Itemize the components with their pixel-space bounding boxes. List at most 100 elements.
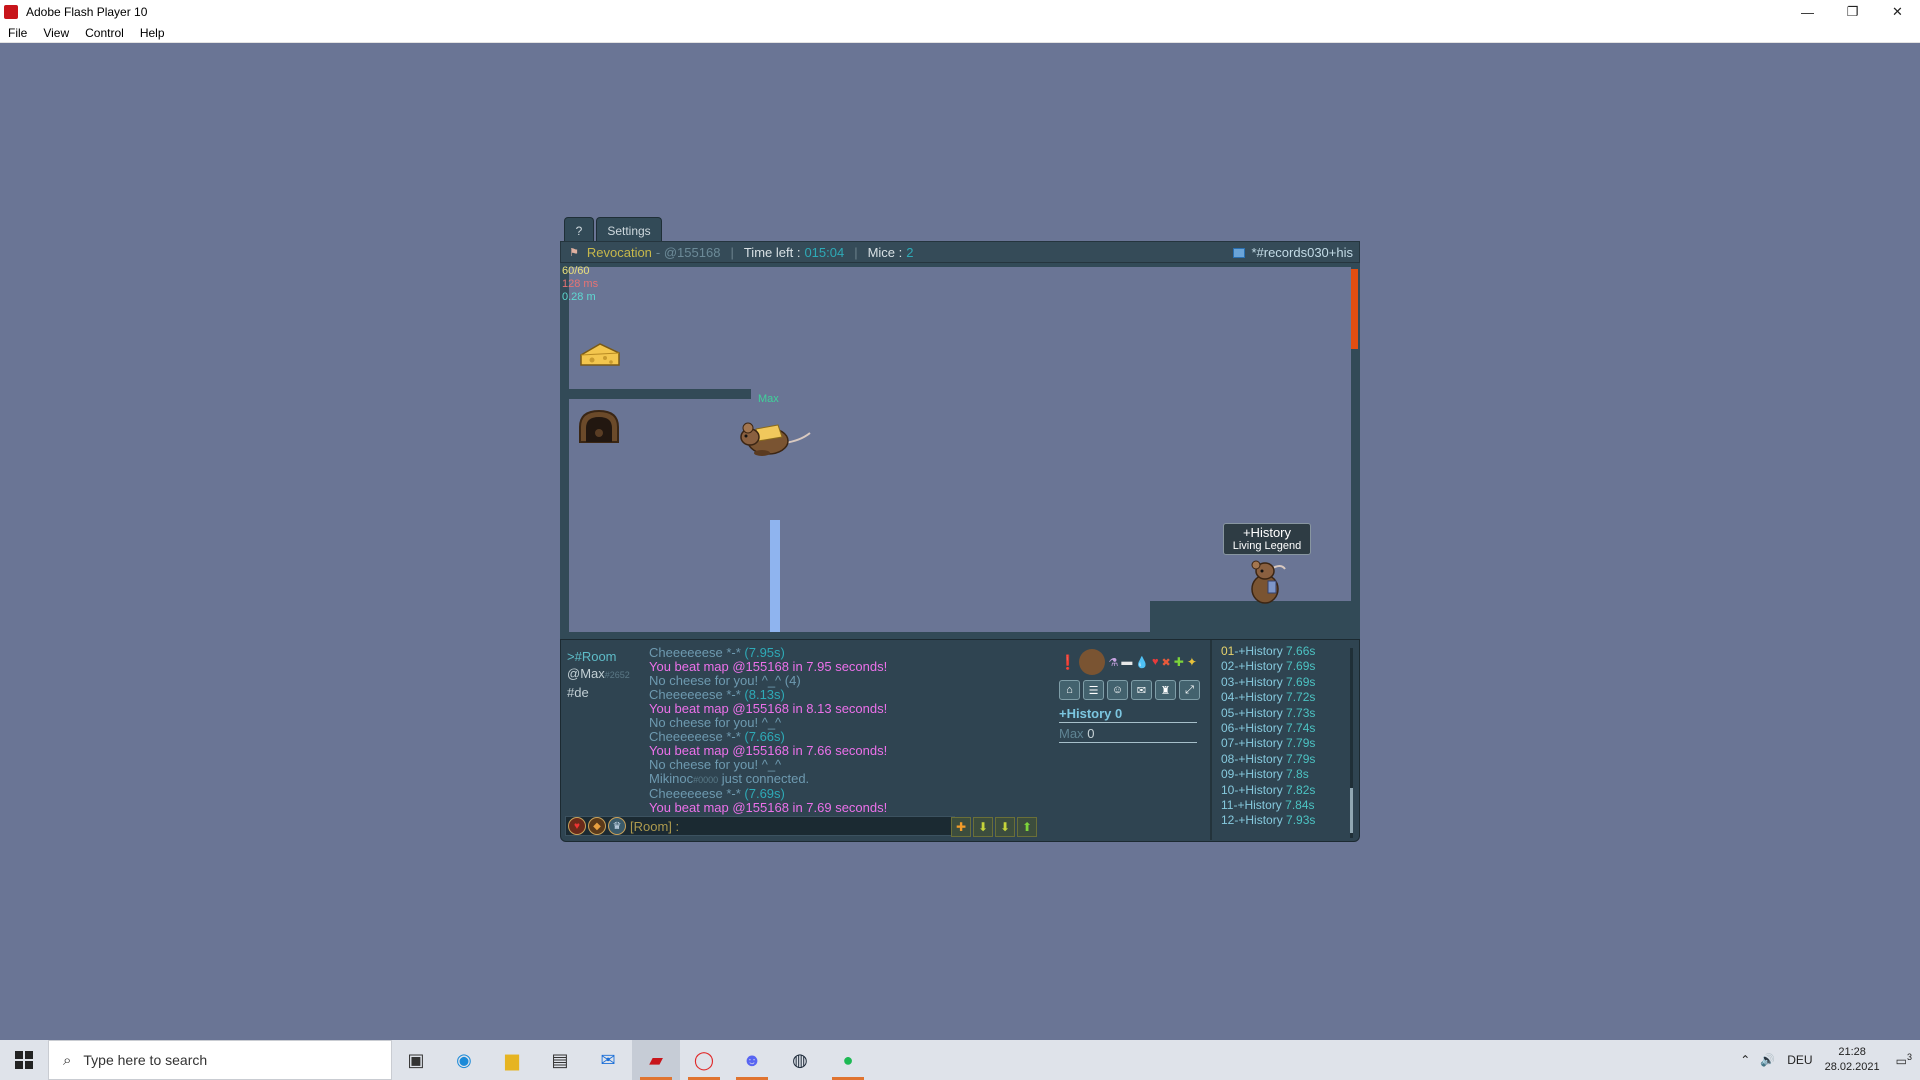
mouse-player-max[interactable]	[734, 411, 814, 457]
leaderboard-row: 04-+History 7.72s	[1221, 690, 1316, 705]
menu-control[interactable]: Control	[77, 26, 132, 40]
leaderboard-row: 08-+History 7.79s	[1221, 751, 1316, 766]
game-area: ? Settings ⚑ Revocation - @155168 | Time…	[560, 217, 1360, 842]
arrow-up-icon[interactable]: ⬆	[1017, 817, 1037, 837]
channel-room[interactable]: >#Room	[567, 648, 630, 665]
debug-stats: 60/60 128 ms 0.28 m	[562, 265, 598, 304]
chat-line: No cheese for you! ^_^ (4)	[649, 673, 801, 688]
edge-icon[interactable]: ◉	[440, 1040, 488, 1080]
opera-icon[interactable]: ◯	[680, 1040, 728, 1080]
flash-player-icon[interactable]: ▰	[632, 1040, 680, 1080]
menu-file[interactable]: File	[0, 26, 35, 40]
map-ledge	[569, 389, 751, 399]
map-wall	[560, 263, 1360, 267]
chat-line: Cheeeeeese *-* (7.66s)	[649, 729, 785, 744]
settings-tab[interactable]: Settings	[596, 217, 662, 243]
taskbar-search[interactable]: ⌕ Type here to search	[48, 1040, 392, 1080]
menu-icons: ⌂ ☰ ☺ ✉ ♜ ⤢	[1059, 680, 1209, 700]
score-player1: +History 0	[1059, 706, 1197, 723]
feather-icon: ✦	[1186, 655, 1197, 669]
alert-icon[interactable]: ❗	[1059, 654, 1076, 671]
leaderboard-row: 09-+History 7.8s	[1221, 767, 1309, 782]
language-indicator[interactable]: DEU	[1787, 1053, 1812, 1067]
chat-log: Cheeeeeese *-* (7.95s) You beat map @155…	[649, 646, 1009, 815]
drop-icon: 💧	[1135, 656, 1150, 669]
anvil-icon: ▬	[1121, 656, 1133, 668]
leaderboard-row: 02-+History 7.69s	[1221, 659, 1316, 674]
mail-icon[interactable]: ✉	[584, 1040, 632, 1080]
leaderboard-row: 10-+History 7.82s	[1221, 782, 1316, 797]
mice-value: 2	[906, 244, 914, 260]
chat-input[interactable]	[679, 818, 920, 834]
fps-text: 60/60	[562, 265, 590, 277]
room-flag-icon	[1233, 247, 1246, 258]
fullscreen-icon[interactable]: ⤢	[1179, 680, 1200, 700]
channel-whisper[interactable]: @Max#2652	[567, 665, 630, 684]
plus-green-icon: ✚	[1173, 655, 1184, 669]
shop-icon[interactable]: ⌂	[1059, 680, 1080, 700]
map-name: Revocation	[586, 244, 652, 260]
heart-small-icon: ♥	[1152, 656, 1159, 668]
clock-time: 21:28	[1838, 1046, 1866, 1058]
menubar: File View Control Help	[0, 24, 1920, 43]
chat-channel-label: [Room] :	[630, 818, 680, 834]
friends-icon[interactable]: ☺	[1107, 680, 1128, 700]
minimize-button[interactable]: —	[1785, 0, 1830, 24]
chat-line: You beat map @155168 in 7.69 seconds!	[649, 800, 888, 815]
player-max-name: Max	[758, 393, 779, 405]
ping-text: 128 ms	[562, 278, 599, 290]
leaderboard-row: 07-+History 7.79s	[1221, 736, 1316, 751]
mouse-player-history[interactable]	[1245, 559, 1289, 605]
start-button[interactable]	[0, 1040, 48, 1080]
heart-icon[interactable]: ♥	[568, 817, 586, 835]
time-value: 015:04	[804, 244, 845, 260]
task-view-icon[interactable]: ▣	[392, 1040, 440, 1080]
file-explorer-icon[interactable]: ▆	[488, 1040, 536, 1080]
chat-line: You beat map @155168 in 8.13 seconds!	[649, 701, 888, 716]
channel-list: >#Room @Max#2652 #de	[567, 648, 630, 701]
arrow-down-icon[interactable]: ⬇	[995, 817, 1015, 837]
restore-button[interactable]: ❐	[1830, 0, 1875, 24]
spotify-icon[interactable]: ●	[824, 1040, 872, 1080]
close-button[interactable]: ✕	[1875, 0, 1920, 24]
chat-line: Mikinoc#0000 just connected.	[649, 771, 810, 786]
leaderboard-row: 01-+History 7.66s	[1221, 644, 1316, 658]
store-icon[interactable]: ▤	[536, 1040, 584, 1080]
crown-icon[interactable]: ♛	[608, 817, 626, 835]
search-icon: ⌕	[63, 1051, 72, 1069]
clock[interactable]: 21:28 28.02.2021	[1825, 1045, 1880, 1075]
discord-icon[interactable]: ☻	[728, 1040, 776, 1080]
arrow-down-icon[interactable]: ⬇	[973, 817, 993, 837]
shield-icon[interactable]: ◆	[588, 817, 606, 835]
status-icons: ❗ ⚗ ▬ 💧 ♥ ✖ ✚ ✦	[1059, 644, 1209, 680]
orange-bar	[1351, 269, 1358, 349]
list-icon[interactable]: ☰	[1083, 680, 1104, 700]
tribe-icon[interactable]: ♜	[1155, 680, 1176, 700]
mouse-hole-icon	[579, 409, 619, 443]
chat-line: No cheese for you! ^_^	[649, 757, 782, 772]
notification-center-icon[interactable]: ▭3	[1896, 1052, 1912, 1068]
chat-line: Cheeeeeese *-* (8.13s)	[649, 687, 785, 702]
whisper-tag: #2652	[604, 670, 630, 680]
plus-icon[interactable]: ✚	[951, 817, 971, 837]
whisper-name: @Max	[567, 666, 605, 681]
chat-line: You beat map @155168 in 7.66 seconds!	[649, 743, 888, 758]
help-tab[interactable]: ?	[564, 217, 594, 243]
windows-logo-icon	[15, 1051, 33, 1069]
leaderboard-scrollbar[interactable]	[1350, 648, 1353, 838]
chat-bubble-icon[interactable]: ✉	[1131, 680, 1152, 700]
steam-icon[interactable]: ◍	[776, 1040, 824, 1080]
game-map[interactable]: 60/60 128 ms 0.28 m Max +History Living …	[560, 263, 1360, 639]
tray-chevron-icon[interactable]: ⌃	[1740, 1053, 1750, 1067]
emote-buttons: ✚ ⬇ ⬇ ⬆	[951, 817, 1037, 837]
menu-view[interactable]: View	[35, 26, 77, 40]
room-name[interactable]: *#records030+his	[1251, 245, 1353, 260]
volume-icon[interactable]: 🔊	[1760, 1053, 1775, 1067]
cross-icon: ✖	[1161, 656, 1171, 669]
game-topbar: ⚑ Revocation - @155168 | Time left : 015…	[560, 241, 1360, 263]
mouse-avatar-icon[interactable]	[1079, 649, 1106, 675]
map-platform	[1150, 601, 1351, 639]
channel-lang[interactable]: #de	[567, 684, 630, 701]
menu-help[interactable]: Help	[132, 26, 173, 40]
window-title: Adobe Flash Player 10	[26, 5, 148, 19]
